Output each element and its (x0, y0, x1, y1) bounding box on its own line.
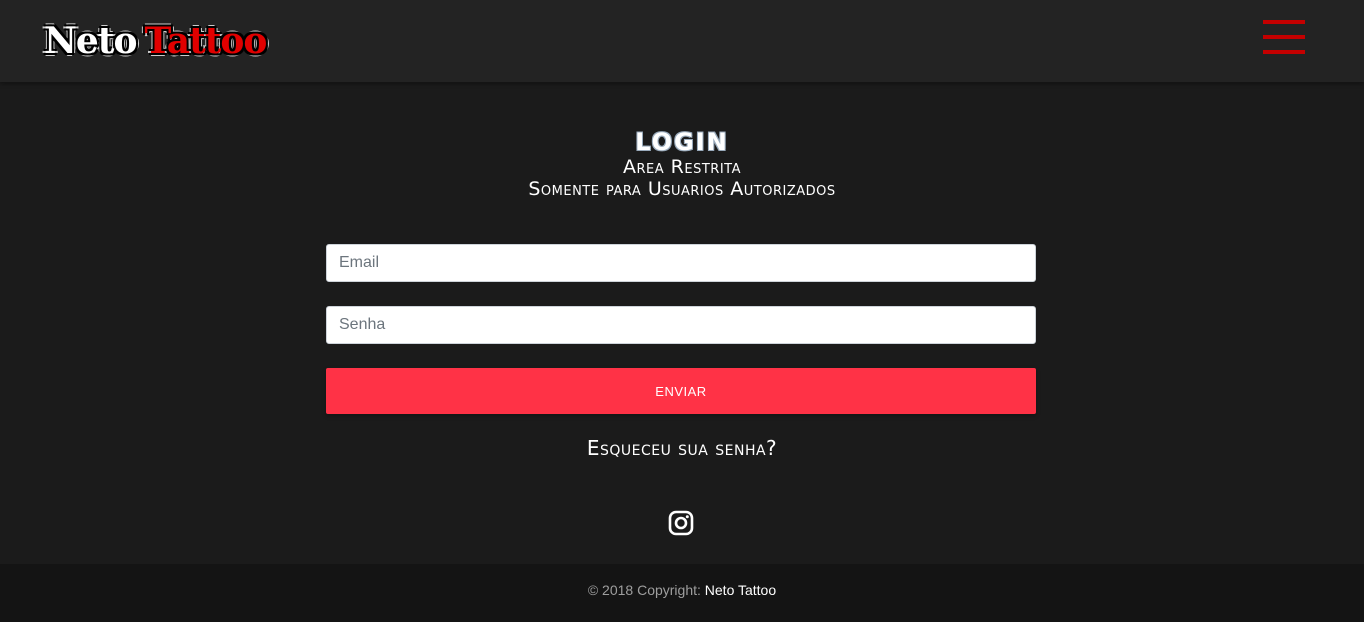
hamburger-bar (1263, 20, 1305, 24)
email-field[interactable] (326, 244, 1036, 282)
hamburger-menu-icon[interactable] (1263, 20, 1305, 54)
login-heading: LOGIN Area Restrita Somente para Usuario… (0, 128, 1364, 200)
copyright-text: © 2018 Copyright: (587, 582, 701, 598)
logo-word-tattoo: Tattoo (144, 20, 267, 62)
password-field[interactable] (326, 306, 1036, 344)
logo-word-neto: Neto (44, 20, 137, 62)
footer-brand-link[interactable]: Neto Tattoo (705, 582, 776, 598)
navbar: Neto Tattoo (0, 0, 1364, 82)
hamburger-bar (1263, 35, 1305, 39)
page-title: LOGIN (635, 128, 729, 156)
brand-logo[interactable]: Neto Tattoo (44, 14, 267, 68)
restricted-area-label: Area Restrita (623, 156, 741, 178)
forgot-password-link[interactable]: Esqueceu sua senha? (0, 436, 1364, 460)
hamburger-bar (1263, 50, 1305, 54)
footer: © 2018 Copyright: Neto Tattoo (0, 564, 1364, 622)
submit-button[interactable]: ENVIAR (326, 368, 1036, 414)
authorized-users-label: Somente para Usuarios Autorizados (528, 178, 836, 200)
instagram-icon[interactable] (668, 510, 694, 536)
